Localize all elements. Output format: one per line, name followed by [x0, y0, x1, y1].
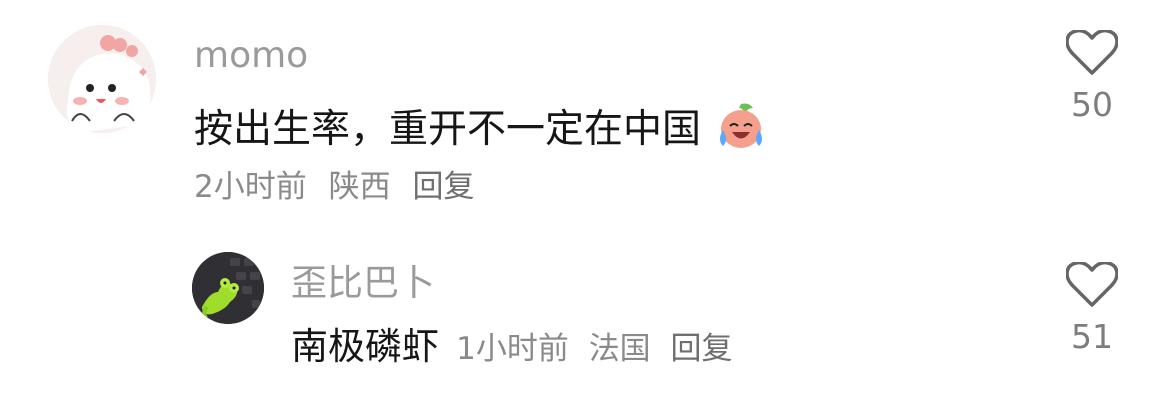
heart-outline-icon	[1066, 30, 1118, 75]
avatar[interactable]	[48, 25, 156, 133]
comment-thread: momo 按出生率，重开不一定在中国 2小时前 陕西 回复 50 歪比巴卜 南极…	[0, 0, 1170, 406]
comment-meta: 2小时前 陕西 回复	[194, 172, 486, 203]
reply-location: 法国	[588, 331, 651, 367]
reply-button[interactable]: 回复	[412, 169, 474, 205]
reply-username[interactable]: 歪比巴卜	[291, 266, 435, 302]
like-count-2: 51	[1071, 317, 1113, 356]
reply-time: 1小时前	[456, 331, 569, 367]
like-button-2[interactable]: 51	[1062, 262, 1122, 353]
reply-text: 南极磷虾	[291, 325, 439, 368]
like-count: 50	[1071, 85, 1113, 124]
avatar-reply[interactable]	[192, 252, 264, 324]
reply-line: 南极磷虾 1小时前 法国 回复	[291, 328, 743, 365]
green-frog-plush-avatar-icon	[192, 252, 264, 324]
comment-location: 陕西	[328, 169, 391, 205]
heart-outline-icon	[1066, 262, 1118, 307]
comment-text-content: 按出生率，重开不一定在中国	[194, 107, 702, 152]
crying-laugh-peach-emoji-icon	[720, 103, 763, 148]
comment-text: 按出生率，重开不一定在中国	[194, 100, 767, 152]
like-button[interactable]: 50	[1062, 30, 1122, 121]
comment-time: 2小时前	[194, 169, 307, 205]
reply-button-2[interactable]: 回复	[671, 331, 733, 367]
pink-cartoon-avatar-icon	[48, 25, 156, 133]
reply-meta: 1小时前 法国 回复	[456, 331, 742, 367]
comment-username[interactable]: momo	[194, 38, 308, 74]
